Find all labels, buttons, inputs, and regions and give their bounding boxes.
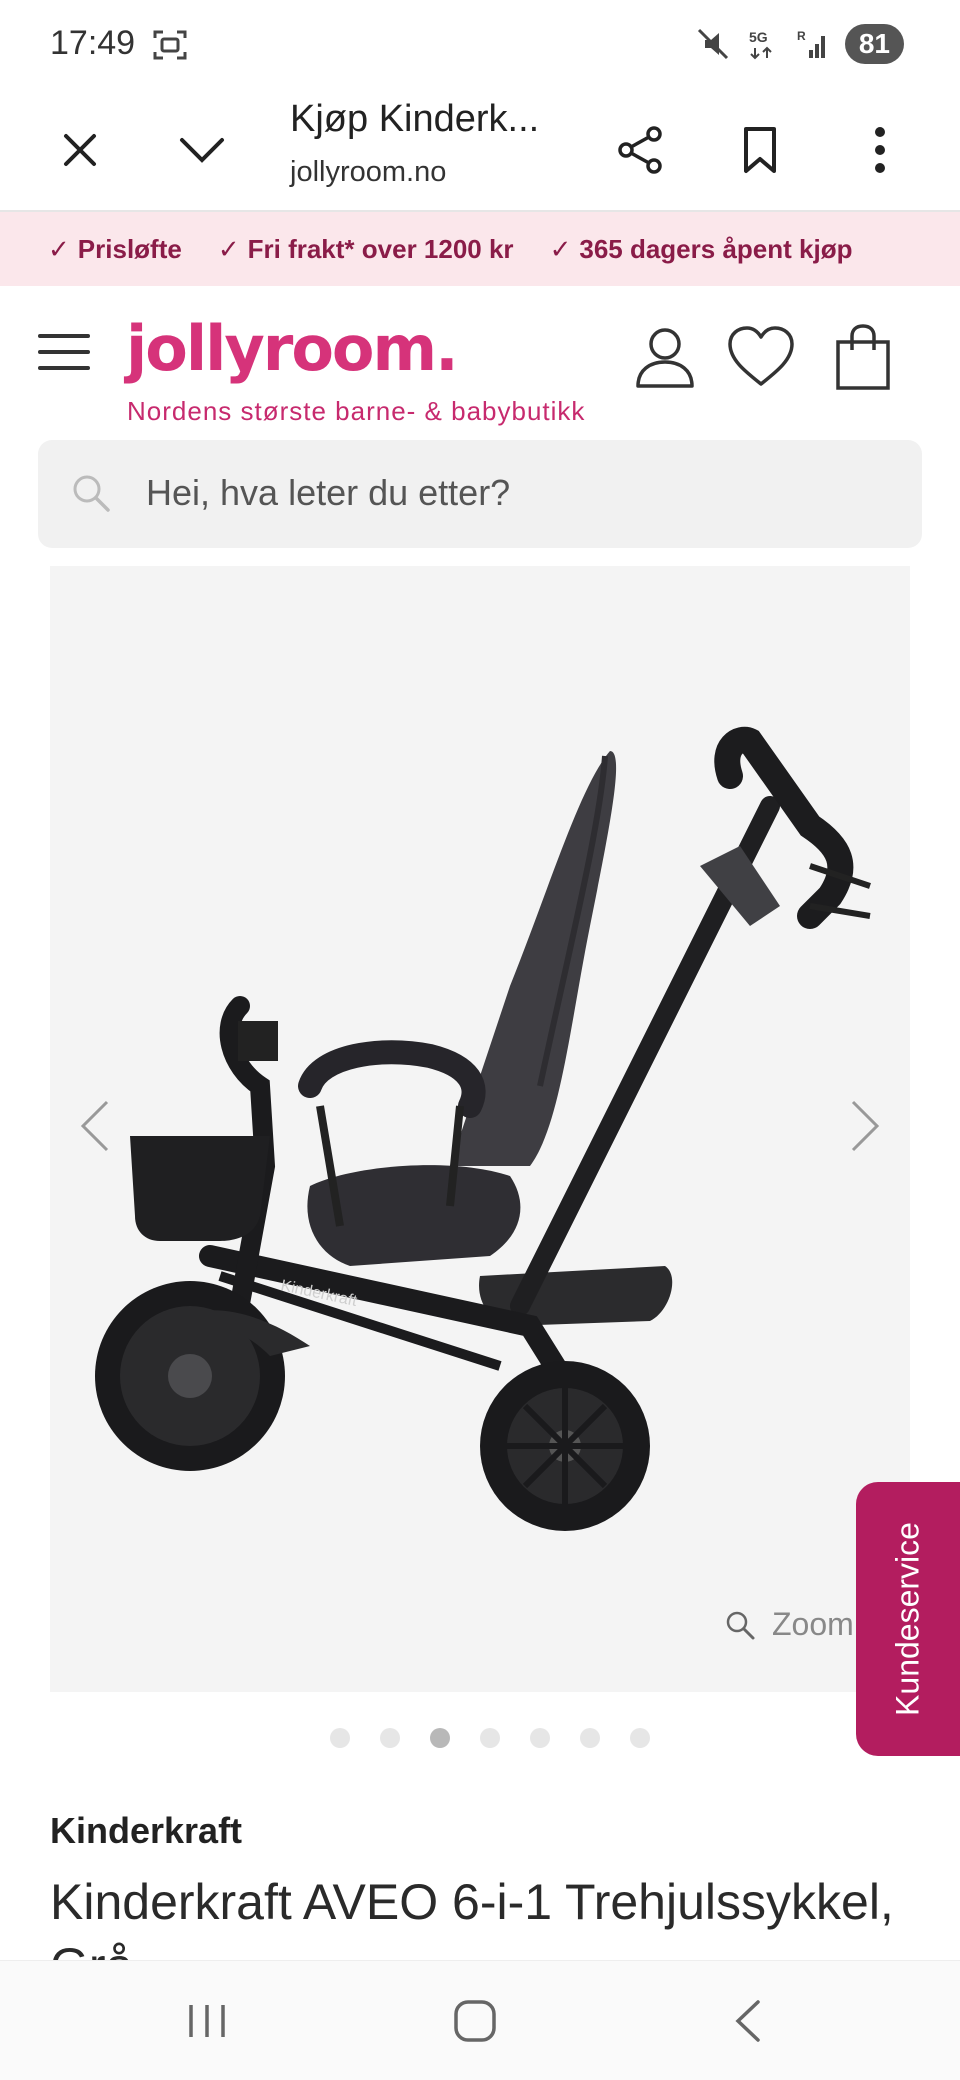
share-icon [618,126,662,174]
bookmark-icon [744,127,776,173]
gallery-dot[interactable] [630,1728,650,1748]
zoom-icon [726,1611,755,1639]
usp-item: ✓ 365 dagers åpent kjøp [550,234,853,265]
product-gallery[interactable]: Kinderkraft Zoom [50,566,910,1692]
menu-button[interactable] [38,334,90,374]
status-bar: 17:49 5G R 81 [0,0,960,88]
usp-item: ✓ Fri frakt* over 1200 kr [218,234,514,265]
network-5g-icon: 5G [749,29,772,60]
close-tab-button[interactable] [48,118,112,182]
hamburger-line [38,350,90,354]
home-icon [454,2000,496,2042]
screenshot-icon [153,30,187,60]
shopping-bag-icon[interactable] [828,322,898,392]
share-button[interactable] [608,118,672,182]
product-brand[interactable]: Kinderkraft [50,1810,242,1852]
status-time: 17:49 [50,24,136,62]
system-nav-bar [0,1960,960,2080]
back-icon [735,2000,760,2042]
back-button[interactable] [712,1989,782,2053]
close-icon [64,134,96,166]
gallery-dot[interactable] [330,1728,350,1748]
status-indicators: 5G R 81 [695,24,904,64]
usp-item: ✓ Prisløfte [48,234,182,265]
signal-icon: R [797,29,825,58]
page-title: Kjøp Kinderk... [290,98,540,140]
chevron-left-icon [80,1100,109,1152]
hamburger-line [38,366,90,370]
recent-apps-icon [189,2005,225,2037]
chevron-down-icon [180,138,224,163]
check-icon: ✓ [549,233,572,264]
account-icon[interactable] [630,322,700,392]
customer-service-tab[interactable]: Kundeservice [856,1482,960,1756]
customer-service-label: Kundeservice [889,1522,926,1716]
hamburger-line [38,334,90,338]
gallery-dot[interactable] [380,1728,400,1748]
search-icon [73,475,110,512]
svg-text:5G: 5G [749,29,768,45]
page-url[interactable]: jollyroom.no [290,156,446,189]
chevron-right-icon [851,1100,880,1152]
more-vertical-icon [875,127,885,173]
usp-label: 365 dagers åpent kjøp [579,233,853,264]
check-icon: ✓ [217,233,240,264]
bookmark-button[interactable] [728,118,792,182]
site-logo[interactable]: jollyroom. [126,312,459,385]
usp-label: Prisløfte [77,233,182,264]
heart-icon[interactable] [726,322,796,392]
search-input[interactable]: Hei, hva leter du etter? [38,440,922,548]
check-icon: ✓ [48,233,70,264]
home-button[interactable] [440,1989,510,2053]
gallery-prev-button[interactable] [64,1086,124,1166]
battery-level: 81 [844,24,904,64]
product-image-tricycle: Kinderkraft [50,566,910,1692]
gallery-dot[interactable] [480,1728,500,1748]
zoom-button[interactable]: Zoom [724,1606,854,1643]
site-header: jollyroom. Nordens største barne- & baby… [0,286,960,436]
site-tagline: Nordens største barne- & babybutikk [127,396,586,426]
usp-label: Fri frakt* over 1200 kr [247,233,514,264]
more-options-button[interactable] [848,118,912,182]
svg-text:R: R [797,29,806,43]
recent-apps-button[interactable] [172,1989,242,2053]
gallery-next-button[interactable] [836,1086,896,1166]
gallery-dot-active[interactable] [430,1728,450,1748]
product-title: Kinderkraft AVEO 6-i-1 Trehjulssykkel, G… [50,1874,894,1964]
search-placeholder: Hei, hva leter du etter? [146,472,511,513]
mute-icon [697,28,728,60]
gallery-pagination [330,1728,650,1748]
gallery-dot[interactable] [580,1728,600,1748]
minimize-button[interactable] [170,118,234,182]
zoom-label: Zoom [772,1606,854,1642]
gallery-dot[interactable] [530,1728,550,1748]
usp-bar: ✓ Prisløfte ✓ Fri frakt* over 1200 kr ✓ … [0,212,960,286]
